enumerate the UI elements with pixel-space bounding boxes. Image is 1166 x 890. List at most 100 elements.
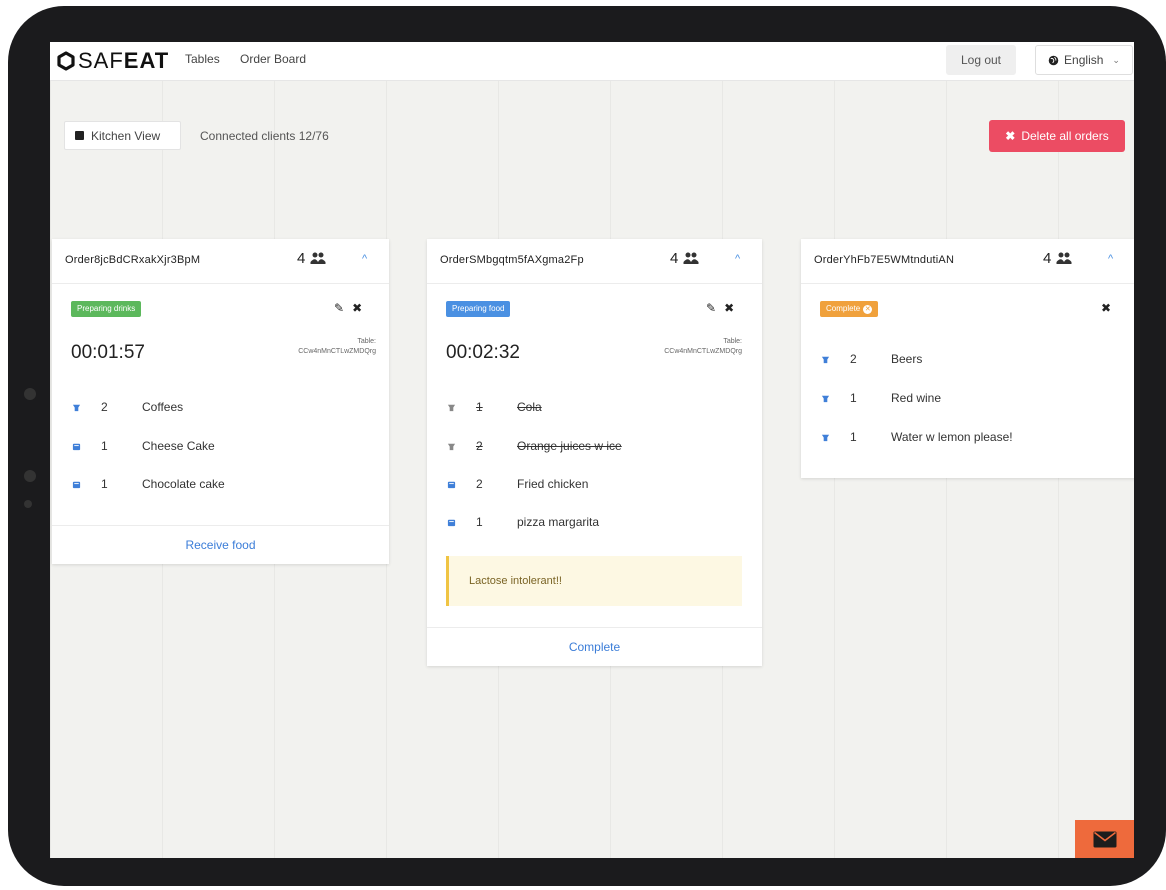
item-qty: 1 [476, 400, 483, 414]
item-qty: 1 [476, 515, 483, 529]
order-item[interactable]: 1 Cheese Cake [71, 436, 215, 456]
item-name: Orange juices w ice [517, 439, 622, 453]
chevron-up-icon[interactable]: ^ [735, 253, 740, 265]
messages-button[interactable] [1075, 820, 1134, 858]
app-screen: SAFEAT Tables Order Board Log out Englis… [50, 42, 1134, 858]
order-item[interactable]: 1 Cola [446, 397, 542, 417]
close-icon[interactable]: ✖ [724, 301, 734, 315]
order-item[interactable]: 1 Chocolate cake [71, 474, 225, 494]
order-actions: ✎ ✖ [334, 301, 362, 315]
order-item[interactable]: 2 Orange juices w ice [446, 436, 622, 456]
item-qty: 2 [476, 439, 483, 453]
item-qty: 1 [850, 430, 857, 444]
close-icon: ✖ [1005, 129, 1016, 143]
kitchen-view-label: Kitchen View [91, 128, 161, 143]
table-label: Table: [357, 338, 376, 345]
order-actions: ✖ [1101, 301, 1111, 315]
order-card-header[interactable]: OrderSMbgqtm5fAXgma2Fp 4 ^ [427, 239, 762, 284]
logout-button[interactable]: Log out [946, 45, 1016, 75]
order-item[interactable]: 2 Coffees [71, 397, 183, 417]
order-id: Order8jcBdCRxakXjr3BpM [65, 254, 201, 266]
nav-link-tables[interactable]: Tables [185, 42, 220, 80]
order-item[interactable]: 1 Water w lemon please! [820, 427, 1013, 447]
item-name: Water w lemon please! [891, 430, 1013, 444]
guest-count-value: 4 [1043, 250, 1052, 267]
item-qty: 1 [101, 439, 108, 453]
drink-icon [820, 355, 830, 364]
users-icon [683, 252, 699, 264]
connected-clients-status: Connected clients 12/76 [200, 129, 329, 143]
safeat-logo[interactable]: SAFEAT [56, 48, 169, 74]
order-id: OrderSMbgqtm5fAXgma2Fp [440, 254, 584, 266]
item-name: Beers [891, 352, 923, 366]
checkbox-icon [75, 131, 84, 140]
item-name: pizza margarita [517, 515, 600, 529]
item-name: Fried chicken [517, 477, 589, 491]
order-item[interactable]: 2 Beers [820, 349, 922, 369]
status-badge: Preparing drinks [71, 301, 142, 317]
item-qty: 2 [476, 477, 483, 491]
receive-food-button[interactable]: Receive food [52, 525, 389, 564]
order-card: OrderSMbgqtm5fAXgma2Fp 4 ^ Preparing foo… [427, 239, 762, 666]
language-dropdown[interactable]: English ⌄ [1035, 45, 1133, 75]
language-label: English [1064, 53, 1104, 67]
order-note: Lactose intolerant!! [446, 556, 742, 606]
guest-count: 4 [1043, 250, 1072, 267]
drink-icon [446, 442, 456, 451]
side-button [24, 500, 32, 508]
status-badge: Complete ✕ [820, 301, 879, 317]
order-card-header[interactable]: Order8jcBdCRxakXjr3BpM 4 ^ [52, 239, 389, 284]
users-icon [1056, 252, 1072, 264]
drink-icon [820, 394, 830, 403]
status-badge-label: Complete [826, 304, 861, 313]
chevron-down-icon: ⌄ [1112, 54, 1120, 65]
item-name: Coffees [142, 400, 184, 414]
drink-icon [820, 433, 830, 442]
item-name: Cola [517, 400, 542, 414]
edit-icon[interactable]: ✎ [334, 301, 344, 315]
drink-icon [71, 403, 81, 412]
drink-icon [446, 403, 456, 412]
delete-all-orders-label: Delete all orders [1021, 129, 1109, 143]
order-item[interactable]: 1 pizza margarita [446, 512, 599, 532]
globe-icon [1048, 55, 1059, 65]
item-name: Chocolate cake [142, 477, 225, 491]
guest-count-value: 4 [670, 250, 679, 267]
food-icon [71, 442, 81, 451]
camera-dot [24, 388, 36, 400]
order-card: Order8jcBdCRxakXjr3BpM 4 ^ Preparing dri… [52, 239, 389, 564]
remove-status-icon[interactable]: ✕ [863, 304, 873, 314]
close-icon[interactable]: ✖ [1101, 301, 1111, 315]
close-icon[interactable]: ✖ [352, 301, 362, 315]
guest-count: 4 [297, 250, 326, 267]
item-qty: 1 [850, 391, 857, 405]
food-icon [446, 518, 456, 527]
nav-link-order-board[interactable]: Order Board [240, 42, 306, 80]
order-id: OrderYhFb7E5WMtndutiAN [814, 254, 955, 266]
edit-icon[interactable]: ✎ [706, 301, 716, 315]
kitchen-view-toggle[interactable]: Kitchen View [64, 121, 181, 150]
delete-all-orders-button[interactable]: ✖ Delete all orders [989, 120, 1125, 152]
table-label: Table: [723, 338, 742, 345]
envelope-icon [1093, 831, 1116, 847]
item-qty: 1 [101, 477, 108, 491]
food-icon [446, 480, 456, 489]
table-id: CCw4nMnCTLwZMDQrg [298, 348, 376, 355]
order-card: OrderYhFb7E5WMtndutiAN 4 ^ Complete ✕ ✖ … [801, 239, 1134, 478]
food-icon [71, 480, 81, 489]
order-item[interactable]: 1 Red wine [820, 388, 941, 408]
order-card-header[interactable]: OrderYhFb7E5WMtndutiAN 4 ^ [801, 239, 1134, 284]
item-qty: 2 [850, 352, 857, 366]
order-item[interactable]: 2 Fried chicken [446, 474, 588, 494]
users-icon [310, 252, 326, 264]
item-name: Cheese Cake [142, 439, 215, 453]
order-timer: 00:01:57 [71, 342, 145, 363]
safeat-logo-icon [57, 51, 75, 71]
top-navbar: SAFEAT Tables Order Board Log out Englis… [50, 42, 1134, 81]
order-actions: ✎ ✖ [706, 301, 734, 315]
table-info: Table: CCw4nMnCTLwZMDQrg [298, 337, 376, 357]
complete-button[interactable]: Complete [427, 627, 762, 666]
chevron-up-icon[interactable]: ^ [362, 253, 367, 265]
chevron-up-icon[interactable]: ^ [1108, 253, 1113, 265]
item-qty: 2 [101, 400, 108, 414]
